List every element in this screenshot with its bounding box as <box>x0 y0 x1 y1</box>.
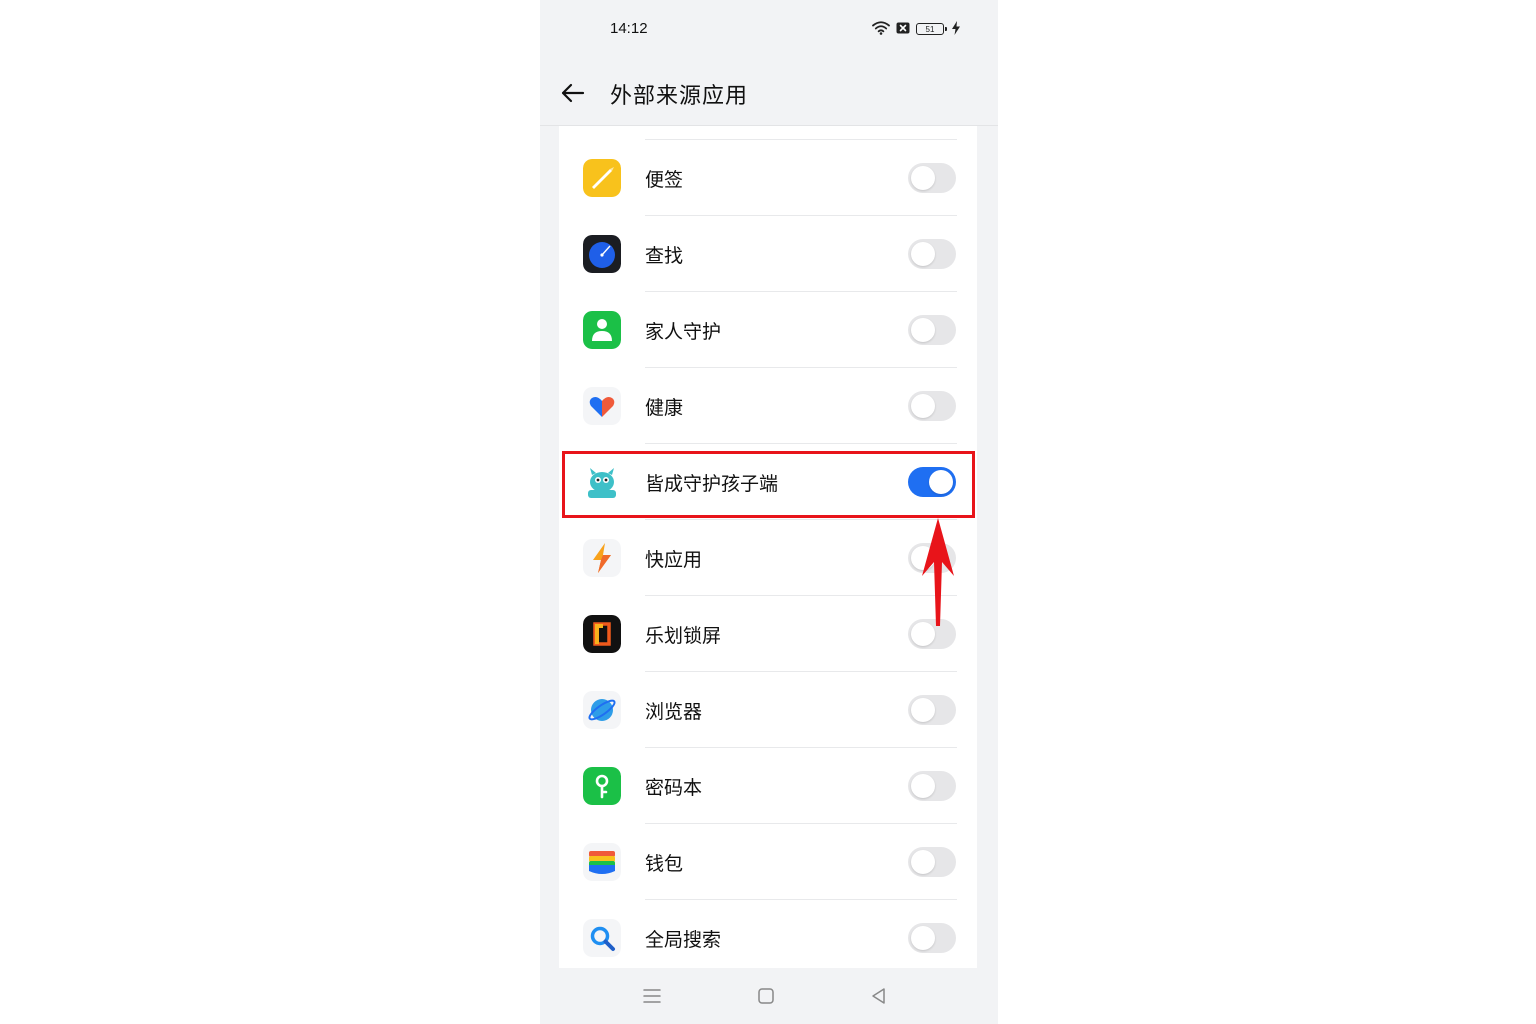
status-time: 14:12 <box>610 20 648 37</box>
app-name: 快应用 <box>645 549 703 571</box>
back-button[interactable] <box>558 78 588 108</box>
status-bar: 14:12 51 <box>540 0 998 58</box>
list-item-find[interactable]: 查找 <box>559 216 977 292</box>
search-icon <box>583 919 621 957</box>
app-name: 全局搜索 <box>645 929 722 951</box>
app-name: 查找 <box>645 245 684 267</box>
list-item-health[interactable]: 健康 <box>559 368 977 444</box>
app-name: 钱包 <box>645 853 684 875</box>
lock-screen-icon <box>583 615 621 653</box>
status-icons: 51 <box>872 20 960 38</box>
app-name: 皆成守护孩子端 <box>645 473 779 495</box>
toggle-switch[interactable] <box>908 923 956 953</box>
triangle-back-icon <box>872 988 885 1004</box>
square-home-icon <box>758 988 774 1004</box>
no-sim-icon <box>896 20 910 39</box>
browser-planet-icon <box>583 691 621 729</box>
menu-button[interactable] <box>640 984 664 1008</box>
app-list: 便签 查找 家人守护 健康 皆成守护孩子端 快应用 乐划锁屏 浏览器 密码本 钱… <box>559 126 977 968</box>
app-name: 乐划锁屏 <box>645 625 722 647</box>
list-item-wallet[interactable]: 钱包 <box>559 824 977 900</box>
health-heart-icon <box>583 387 621 425</box>
menu-lines-icon <box>643 989 661 1003</box>
header-bar: 外部来源应用 <box>540 58 998 126</box>
list-item-password-book[interactable]: 密码本 <box>559 748 977 824</box>
toggle-switch[interactable] <box>908 391 956 421</box>
back-nav-button[interactable] <box>867 984 891 1008</box>
toggle-switch[interactable] <box>908 771 956 801</box>
list-item-quick-app[interactable]: 快应用 <box>559 520 977 596</box>
find-icon <box>583 235 621 273</box>
home-button[interactable] <box>754 984 778 1008</box>
list-item-family-guard[interactable]: 家人守护 <box>559 292 977 368</box>
toggle-switch[interactable] <box>908 619 956 649</box>
app-name: 健康 <box>645 397 684 419</box>
notes-icon <box>583 159 621 197</box>
toggle-switch[interactable] <box>908 543 956 573</box>
list-item-notes[interactable]: 便签 <box>559 140 977 216</box>
wifi-icon <box>872 20 890 39</box>
password-key-icon <box>583 767 621 805</box>
charging-bolt-icon <box>952 20 960 39</box>
list-item-browser[interactable]: 浏览器 <box>559 672 977 748</box>
list-item-lock-screen[interactable]: 乐划锁屏 <box>559 596 977 672</box>
list-item-global-search[interactable]: 全局搜索 <box>559 900 977 968</box>
battery-icon: 51 <box>916 23 947 35</box>
app-name: 便签 <box>645 169 684 191</box>
toggle-switch[interactable] <box>908 847 956 877</box>
toggle-switch-on[interactable] <box>908 467 956 497</box>
kids-monster-icon <box>583 463 621 501</box>
list-item-kids-guard[interactable]: 皆成守护孩子端 <box>559 444 977 520</box>
app-name: 密码本 <box>645 777 703 799</box>
family-guard-icon <box>583 311 621 349</box>
toggle-switch[interactable] <box>908 163 956 193</box>
app-name: 浏览器 <box>645 701 703 723</box>
back-arrow-icon <box>561 83 585 103</box>
quick-app-lightning-icon <box>583 539 621 577</box>
app-name: 家人守护 <box>645 321 722 343</box>
wallet-icon <box>583 843 621 881</box>
navigation-bar <box>540 968 998 1024</box>
page-title: 外部来源应用 <box>610 84 749 109</box>
phone-screen: 14:12 51 外部来源应用 便签 查找 家人守护 健康 皆成守护孩子端 快应… <box>540 0 998 1024</box>
toggle-switch[interactable] <box>908 695 956 725</box>
toggle-switch[interactable] <box>908 239 956 269</box>
toggle-switch[interactable] <box>908 315 956 345</box>
